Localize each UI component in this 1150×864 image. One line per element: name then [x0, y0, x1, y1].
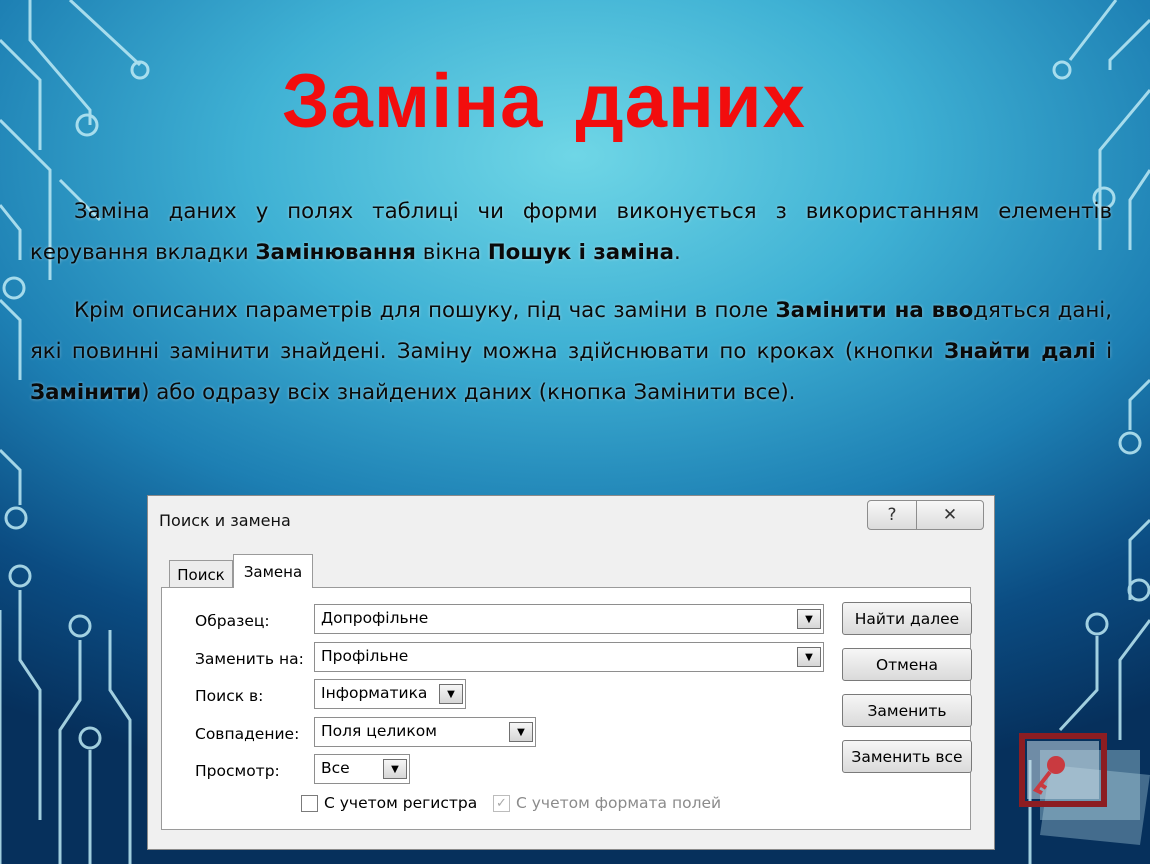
look-in-label: Поиск в: [195, 687, 264, 705]
find-next-button[interactable]: Найти далее [842, 602, 972, 635]
search-label: Просмотр: [195, 762, 280, 780]
match-value: Поля целиком [321, 722, 437, 740]
dropdown-arrow-icon[interactable]: ▼ [383, 759, 407, 779]
replace-all-button[interactable]: Заменить все [842, 740, 972, 773]
dialog-title: Поиск и замена [159, 511, 291, 530]
match-format-checkbox[interactable]: ✓ С учетом формата полей [493, 794, 721, 812]
tab-search[interactable]: Поиск [169, 560, 233, 588]
look-in-value: Інформатика [321, 684, 428, 702]
help-icon[interactable]: ? [867, 500, 917, 530]
search-value: Все [321, 759, 350, 777]
replace-label: Заменить на: [195, 650, 304, 668]
replace-button[interactable]: Заменить [842, 694, 972, 727]
slide-title: Заміна даних [282, 59, 806, 144]
paragraph-2: Крім описаних параметрів для пошуку, під… [30, 298, 1112, 405]
replace-value: Профільне [321, 647, 409, 665]
access-key-logo [1019, 733, 1150, 845]
find-input[interactable]: Допрофільне ▼ [314, 604, 824, 634]
close-icon[interactable]: ✕ [916, 500, 984, 530]
find-value: Допрофільне [321, 609, 429, 627]
match-label: Совпадение: [195, 725, 300, 743]
dropdown-arrow-icon[interactable]: ▼ [797, 647, 821, 667]
dropdown-arrow-icon[interactable]: ▼ [509, 722, 533, 742]
match-select[interactable]: Поля целиком ▼ [314, 717, 536, 747]
cancel-button[interactable]: Отмена [842, 648, 972, 681]
search-select[interactable]: Все ▼ [314, 754, 410, 784]
look-in-select[interactable]: Інформатика ▼ [314, 679, 466, 709]
match-case-checkbox[interactable]: С учетом регистра [301, 794, 477, 812]
checkbox-icon[interactable] [301, 794, 318, 812]
find-replace-dialog: Поиск и замена ? ✕ Поиск Замена Образец:… [147, 495, 995, 850]
replace-input[interactable]: Профільне ▼ [314, 642, 824, 672]
paragraph-1: Заміна даних у полях таблиці чи форми ви… [30, 199, 1112, 265]
dropdown-arrow-icon[interactable]: ▼ [797, 609, 821, 629]
checkbox-icon[interactable]: ✓ [493, 794, 510, 812]
tab-replace[interactable]: Замена [233, 554, 313, 588]
dropdown-arrow-icon[interactable]: ▼ [439, 684, 463, 704]
find-label: Образец: [195, 612, 270, 630]
